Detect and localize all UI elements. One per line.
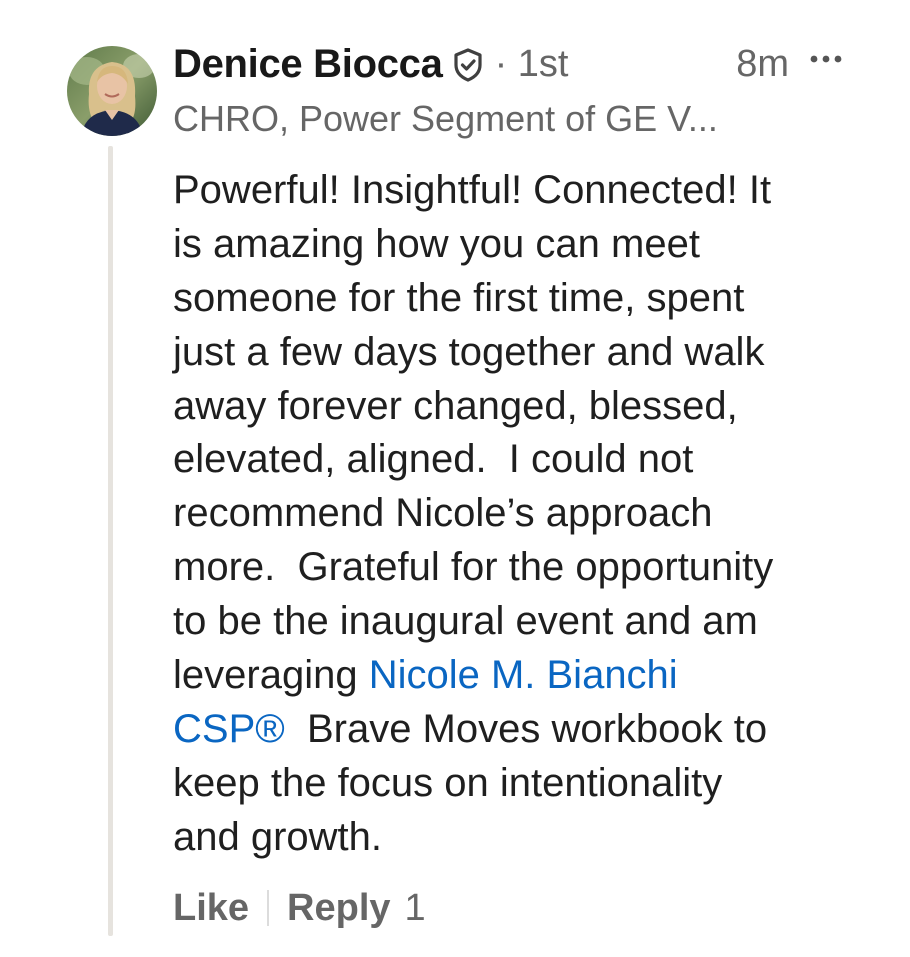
author-name[interactable]: Denice Biocca: [173, 42, 443, 87]
mention-link[interactable]: Nicole M. Bianchi: [369, 653, 678, 697]
reply-button[interactable]: Reply: [287, 887, 390, 930]
comment-line: recommend Nicole’s approach: [173, 491, 713, 536]
comment-line: keep the focus on intentionality: [173, 760, 723, 805]
comment-line: away forever changed, blessed,: [173, 383, 738, 428]
connection-degree: · 1st: [494, 42, 569, 85]
comment-text: Brave Moves workbook to: [284, 706, 768, 751]
author-headline: CHRO, Power Segment of GE V...: [173, 98, 718, 139]
comment-text: leveraging: [173, 653, 369, 698]
comment-actions: Like Reply 1: [173, 882, 426, 934]
verified-shield-check-icon: [453, 48, 483, 82]
timestamp: 8m: [736, 42, 789, 85]
comment-line: and growth.: [173, 814, 383, 859]
reply-count[interactable]: 1: [405, 887, 426, 930]
comment-line: someone for the first time, spent: [173, 275, 745, 320]
comment-line-with-mention: CSP® Brave Moves workbook to: [173, 703, 853, 757]
comment-line: just a few days together and walk: [173, 329, 765, 374]
comment-line: more. Grateful for the opportunity: [173, 545, 774, 590]
more-horizontal-icon[interactable]: [809, 52, 843, 64]
comment-header: Denice Biocca · 1st 8m: [173, 38, 843, 90]
mention-link[interactable]: CSP®: [173, 707, 285, 751]
action-divider: [267, 890, 270, 926]
comment-line: to be the inaugural event and am: [173, 599, 758, 644]
comment-line: Powerful! Insightful! Connected! It: [173, 168, 772, 212]
comment-line: is amazing how you can meet: [173, 221, 700, 266]
thread-line: [108, 146, 113, 936]
author-avatar[interactable]: [67, 46, 157, 136]
comment-line-with-mention: leveraging Nicole M. Bianchi: [173, 649, 853, 703]
like-button[interactable]: Like: [173, 887, 249, 930]
comment-line: elevated, aligned. I could not: [173, 437, 694, 482]
comment-body: Powerful! Insightful! Connected! It is a…: [173, 164, 853, 865]
avatar-photo: [67, 46, 157, 136]
